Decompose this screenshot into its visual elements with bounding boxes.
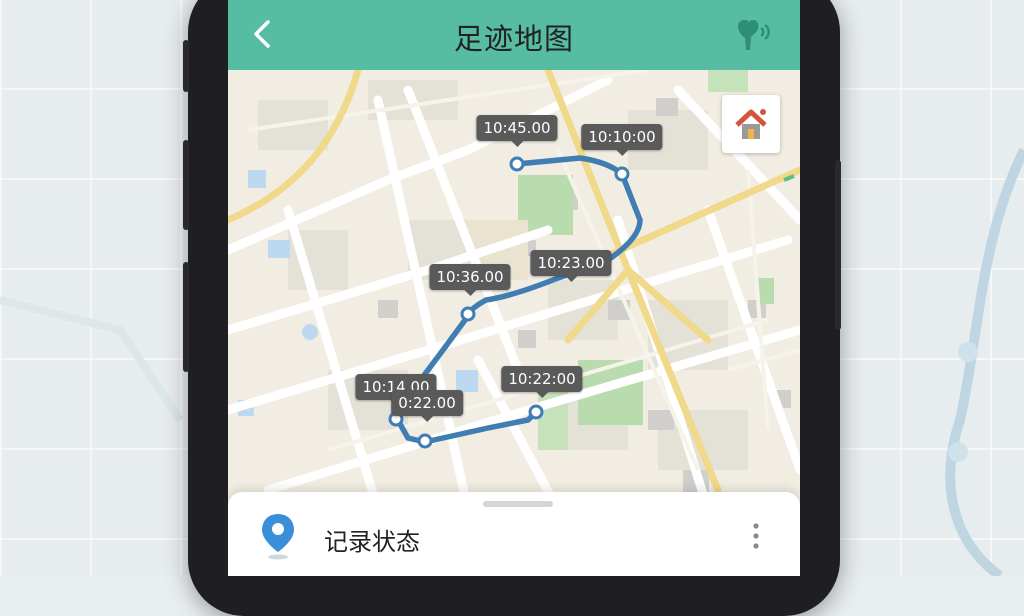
sheet-title: 记录状态 bbox=[324, 528, 420, 556]
location-pin-icon bbox=[262, 514, 294, 560]
route-point[interactable] bbox=[460, 306, 476, 322]
home-button[interactable] bbox=[722, 95, 780, 153]
header-bar: 足迹地图 bbox=[228, 0, 800, 70]
route-point[interactable] bbox=[614, 166, 630, 182]
time-label: 10:22:00 bbox=[501, 366, 583, 398]
page-title: 足迹地图 bbox=[453, 22, 574, 56]
time-label: 10:23.00 bbox=[530, 250, 612, 282]
app-screen: 足迹地图 10:45.00 10:10:00 10:23.00 10:36.00… bbox=[228, 0, 800, 576]
route-point[interactable] bbox=[417, 433, 433, 449]
time-label: 10:36.00 bbox=[429, 264, 511, 296]
user-signal-icon[interactable] bbox=[732, 16, 774, 52]
time-label: 0:22.00 bbox=[391, 390, 463, 422]
phone-side-button bbox=[183, 140, 189, 230]
more-vertical-icon[interactable] bbox=[746, 520, 766, 552]
route-point[interactable] bbox=[528, 404, 544, 420]
time-label: 10:45.00 bbox=[476, 115, 558, 147]
home-icon bbox=[735, 109, 767, 139]
route-point[interactable] bbox=[509, 156, 525, 172]
phone-side-button bbox=[183, 262, 189, 372]
drag-handle[interactable] bbox=[483, 501, 553, 507]
phone-side-button bbox=[183, 40, 189, 92]
bottom-sheet: 记录状态 bbox=[228, 492, 800, 576]
time-label: 10:10:00 bbox=[581, 124, 663, 156]
phone-power-button bbox=[835, 160, 841, 330]
